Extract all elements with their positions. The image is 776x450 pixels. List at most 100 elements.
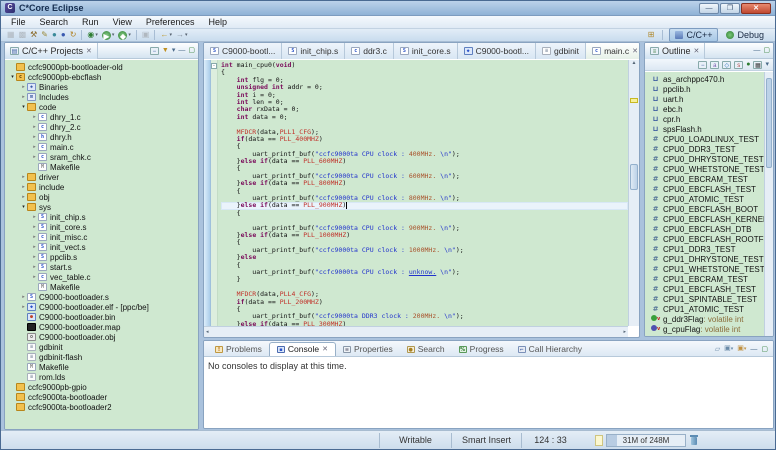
perspective-debug-button[interactable]: Debug	[721, 29, 769, 41]
tree-item[interactable]: ▸obj	[5, 192, 198, 202]
tree-item[interactable]: ▸cdhry_2.c	[5, 122, 198, 132]
outline-item[interactable]: ⊔as_archppc470.h	[645, 74, 764, 84]
tree-item[interactable]: ▾sys	[5, 202, 198, 212]
tree-item[interactable]: ▸cdhry_1.c	[5, 112, 198, 122]
minimize-icon[interactable]: —	[750, 345, 757, 354]
outline-item[interactable]: #CPU0_EBCFLASH_DTB	[645, 224, 764, 234]
console-tab-properties[interactable]: ≡Properties	[336, 343, 400, 356]
pin-console-icon[interactable]: ▣▾	[737, 344, 746, 354]
tree-expander-icon[interactable]: ▸	[31, 214, 38, 220]
tree-expander-icon[interactable]: ▾	[20, 204, 27, 210]
editor-horizontal-scrollbar[interactable]: ◂▸	[204, 326, 628, 337]
collapse-all-icon[interactable]: −	[698, 61, 707, 69]
tree-expander-icon[interactable]: ▾	[20, 104, 27, 110]
menu-preferences[interactable]: Preferences	[139, 17, 202, 27]
tree-expander-icon[interactable]: ▸	[31, 264, 38, 270]
tree-expander-icon[interactable]: ▸	[31, 224, 38, 230]
tree-expander-icon[interactable]: ▸	[31, 254, 38, 260]
code-editor[interactable]: - int main_cpu0(void){ int flg = 0; unsi…	[204, 60, 628, 326]
tree-item[interactable]: MMakefile	[5, 282, 198, 292]
menu-file[interactable]: File	[4, 17, 33, 27]
close-view-icon[interactable]: ✕	[86, 47, 92, 55]
open-console-icon[interactable]: ▱	[715, 345, 720, 354]
hide-static-icon[interactable]: s	[734, 61, 743, 69]
user-search-icon[interactable]: ●	[59, 29, 68, 41]
tree-item[interactable]: ▸SC9000-bootloader.s	[5, 292, 198, 302]
vscroll-thumb[interactable]	[630, 164, 638, 190]
outline-item[interactable]: #CPU0_DHRYSTONE_TEST	[645, 154, 764, 164]
console-tab-problems[interactable]: !Problems	[208, 343, 269, 356]
clock-icon[interactable]: ●	[50, 29, 59, 41]
editor-tab-init-chip-s[interactable]: Sinit_chip.s	[282, 43, 345, 59]
hide-fields-icon[interactable]: ◇	[722, 61, 731, 69]
sort-icon[interactable]: a	[710, 61, 719, 69]
outline-item[interactable]: #CPU0_EBCRAM_TEST	[645, 174, 764, 184]
tab-outline[interactable]: ≡ Outline ✕	[645, 43, 705, 59]
outline-item[interactable]: #CPU1_WHETSTONE_TEST	[645, 264, 764, 274]
minimize-icon[interactable]: —	[753, 46, 760, 55]
tree-item[interactable]: ccfc9000ta-bootloader2	[5, 402, 198, 412]
console-tab-search[interactable]: ●Search	[400, 343, 452, 356]
tree-item[interactable]: ▸driver	[5, 172, 198, 182]
outline-item[interactable]: vg_cpuFlag : volatile int	[645, 324, 764, 334]
tree-item[interactable]: MMakefile	[5, 362, 198, 372]
tree-item[interactable]: ▸◈Binaries	[5, 82, 198, 92]
tree-expander-icon[interactable]: ▸	[20, 174, 27, 180]
outline-item[interactable]: #CPU1_SPINTABLE_TEST	[645, 294, 764, 304]
tree-expander-icon[interactable]: ▸	[31, 274, 38, 280]
menu-help[interactable]: Help	[201, 17, 234, 27]
tree-item[interactable]: C9000-bootloader.map	[5, 322, 198, 332]
tree-item[interactable]: ●C9000-bootloader.bin	[5, 312, 198, 322]
tab-cpp-projects[interactable]: ▤ C/C++ Projects ✕	[5, 43, 98, 59]
filters-icon[interactable]: ▦	[753, 61, 762, 69]
tree-item[interactable]: ▾cccfc9000pb-ebcflash	[5, 72, 198, 82]
outline-item[interactable]: #CPU0_EBCFLASH_KERNEL	[645, 214, 764, 224]
maximize-icon[interactable]: ▢	[188, 46, 195, 55]
editor-tab-main-c[interactable]: cmain.c✕	[586, 43, 640, 59]
tree-expander-icon[interactable]: ▸	[20, 94, 27, 100]
tree-item[interactable]: ≡gdbinit-flash	[5, 352, 198, 362]
tree-expander-icon[interactable]: ▸	[31, 114, 38, 120]
outline-item[interactable]: #CPU1_ATOMIC_TEST	[645, 304, 764, 314]
pencil-icon[interactable]: ✎	[39, 29, 50, 41]
close-view-icon[interactable]: ✕	[694, 47, 700, 55]
run-icon[interactable]: ▶▾	[100, 29, 117, 41]
tree-item[interactable]: ▸hdhry.h	[5, 132, 198, 142]
menu-view[interactable]: View	[106, 17, 139, 27]
outline-scrollbar[interactable]	[764, 72, 773, 336]
outline-item[interactable]: ⊔ebc.h	[645, 104, 764, 114]
collapse-all-icon[interactable]: −	[150, 47, 159, 55]
outline-item[interactable]: #CPU1_EBCRAM_TEST	[645, 274, 764, 284]
outline-item[interactable]: #SPIN_TABLE_ADDR	[645, 334, 764, 336]
tree-item[interactable]: ▸Sinit_core.s	[5, 222, 198, 232]
tree-item[interactable]: ▸cmain.c	[5, 142, 198, 152]
build-icon[interactable]: ⚒	[28, 29, 39, 41]
view-menu-chevron[interactable]: ▾	[172, 46, 176, 55]
outline-item[interactable]: ⊔uart.h	[645, 94, 764, 104]
tree-item[interactable]: ▸csram_chk.c	[5, 152, 198, 162]
maximize-icon[interactable]: ▢	[763, 46, 770, 55]
editor-tab-ddr3-c[interactable]: cddr3.c	[345, 43, 394, 59]
tree-item[interactable]: ≡rom.lds	[5, 372, 198, 382]
tree-expander-icon[interactable]: ▸	[31, 144, 38, 150]
perspective-cpp-button[interactable]: C/C++	[669, 28, 718, 42]
close-tab-icon[interactable]: ✕	[322, 345, 328, 353]
console-tab-progress[interactable]: %Progress	[452, 343, 511, 356]
open-perspective-icon[interactable]: ⊞	[646, 29, 657, 41]
tree-expander-icon[interactable]: ▸	[31, 154, 38, 160]
outline-item[interactable]: #CPU1_EBCFLASH_TEST	[645, 284, 764, 294]
outline-item[interactable]: #CPU0_EBCFLASH_ROOTFS	[645, 234, 764, 244]
editor-vertical-scrollbar[interactable]: ▲	[628, 60, 639, 326]
restore-window-button[interactable]: ❐	[720, 3, 740, 14]
heap-mark-button[interactable]	[595, 435, 603, 446]
console-tab-console[interactable]: ▪Console✕	[269, 342, 336, 356]
garbage-collect-icon[interactable]	[690, 435, 698, 445]
menu-search[interactable]: Search	[33, 17, 76, 27]
tree-expander-icon[interactable]: ▸	[31, 234, 38, 240]
view-menu-chevron[interactable]: ▾	[765, 60, 769, 69]
external-tools-icon[interactable]: ◆▾	[116, 29, 133, 41]
tree-item[interactable]: ▸Sppclib.s	[5, 252, 198, 262]
forward-arrow-icon[interactable]: →▾	[174, 29, 190, 41]
maximize-icon[interactable]: ▢	[761, 345, 768, 354]
minimize-window-button[interactable]: —	[699, 3, 719, 14]
